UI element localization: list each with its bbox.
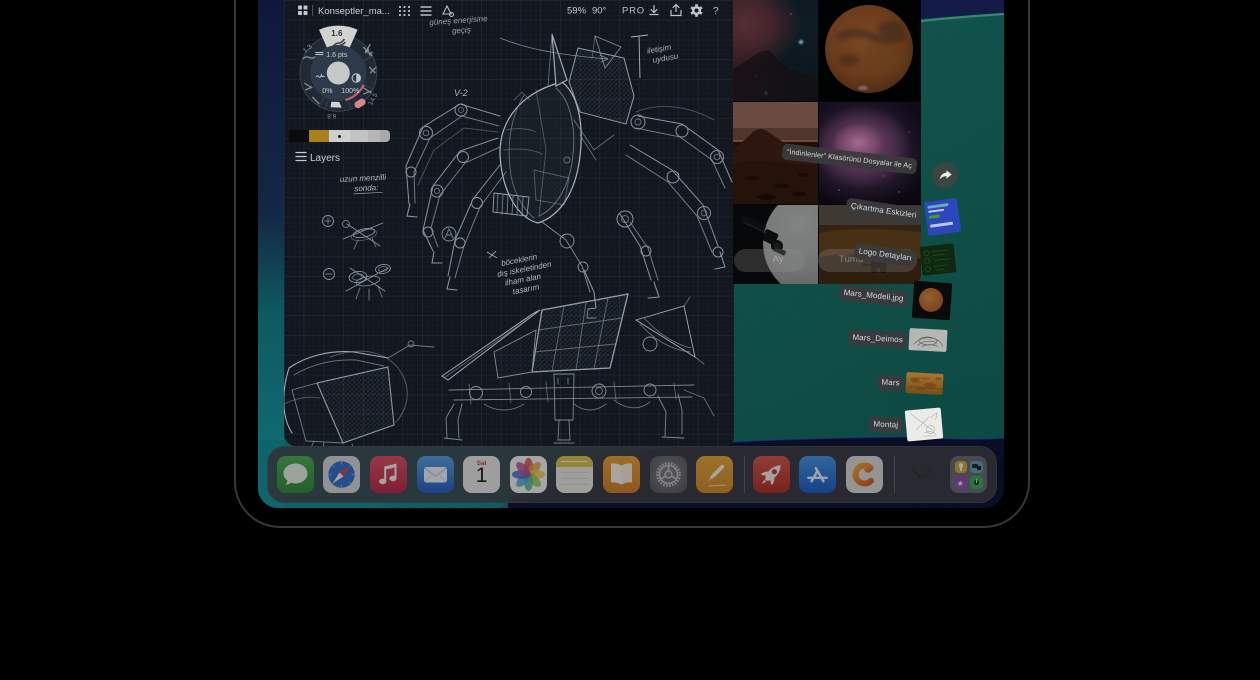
svg-text:90°: 90°: [592, 6, 607, 17]
svg-text:uzun menzilli: uzun menzilli: [340, 173, 387, 184]
svg-text:?: ?: [713, 6, 719, 17]
svg-text:geçiş: geçiş: [452, 25, 471, 35]
svg-text:sonda:: sonda:: [354, 183, 378, 193]
svg-text:V-2: V-2: [454, 88, 468, 98]
svg-text:6.8: 6.8: [327, 112, 336, 119]
svg-text:Layers: Layers: [310, 153, 340, 164]
svg-text:PRO: PRO: [622, 6, 645, 17]
svg-text:1.6 pts: 1.6 pts: [326, 52, 348, 59]
svg-text:0%: 0%: [322, 88, 332, 95]
svg-text:Konseptler_ma...: Konseptler_ma...: [318, 6, 390, 17]
svg-text:100%: 100%: [341, 88, 359, 95]
svg-text:59%: 59%: [567, 6, 587, 17]
svg-text:1.6: 1.6: [331, 29, 343, 38]
